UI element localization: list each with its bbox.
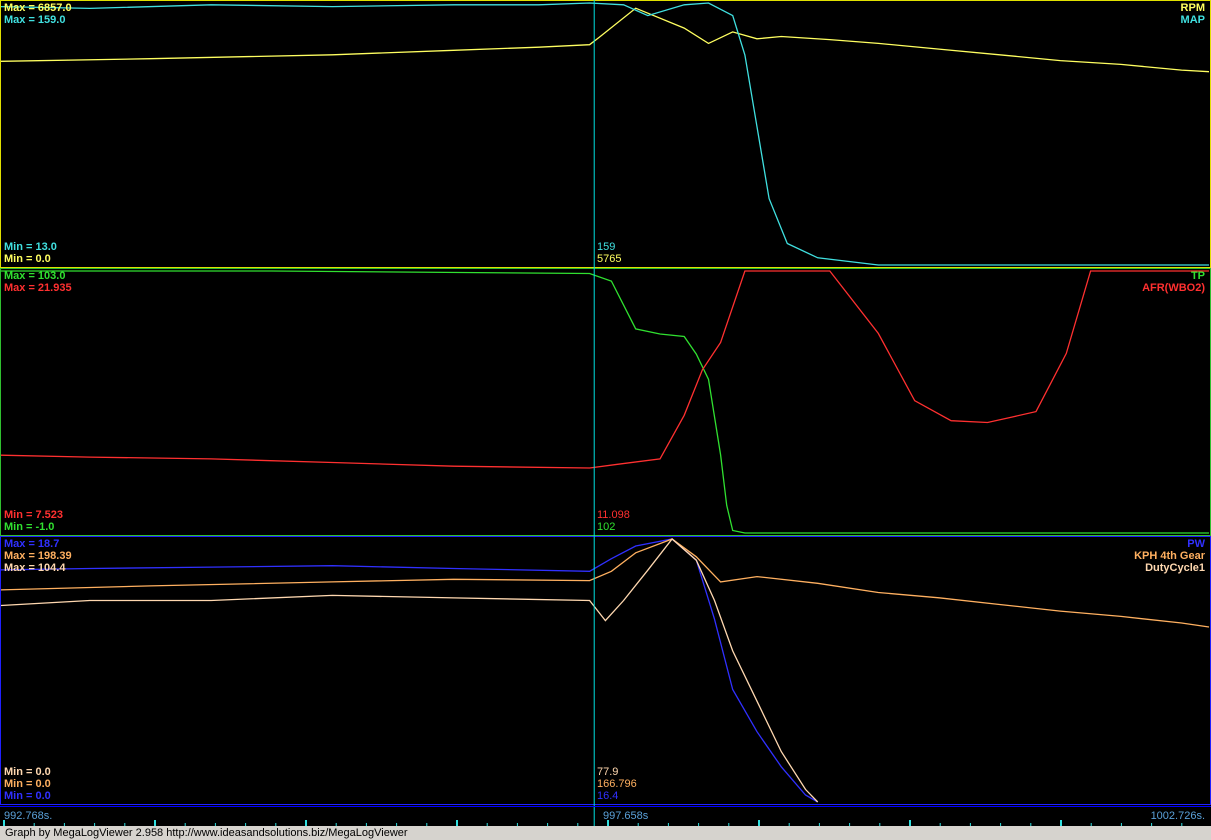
panel-3-max-label: Max = 18.7 [4, 538, 60, 550]
panel-1-min-label: Min = 0.0 [4, 253, 51, 265]
series-map-line [0, 2, 1209, 266]
panel-1-series-name: RPM [1180, 2, 1205, 14]
panel-3-border [0, 536, 1211, 805]
panel-3-min-label: Min = 0.0 [4, 766, 51, 778]
status-bar: Graph by MegaLogViewer 2.958 http://www.… [0, 826, 1211, 840]
x-axis-start-label: 992.768s. [4, 810, 53, 822]
panel-3-max-label: Max = 198.39 [4, 550, 72, 562]
series-kph-4th-gear-line [0, 538, 1210, 628]
panel-3-max-label: Max = 104.4 [4, 562, 66, 574]
panel-1-cursor-value: 5765 [597, 253, 622, 265]
panel-2-min-label: Min = -1.0 [4, 521, 55, 533]
panel-3-series-name: DutyCycle1 [1145, 562, 1205, 574]
panel-2-max-label: Max = 103.0 [4, 270, 66, 282]
panel-2-series-name: AFR(WBO2) [1142, 282, 1205, 294]
panel-1-border [0, 0, 1211, 268]
series-afr-wbo2--line [0, 270, 1209, 469]
panel-1-max-label: Max = 6857.0 [4, 2, 72, 14]
x-axis-cursor-label: 997.658s [603, 810, 649, 822]
series-tp-line [1, 270, 1209, 534]
x-axis-end-label: 1002.726s. [1150, 810, 1205, 822]
panel-3-min-label: Min = 0.0 [4, 778, 51, 790]
panel-3-series-name: PW [1187, 538, 1205, 550]
panel-1-series-name: MAP [1180, 14, 1205, 26]
panel-1-max-label: Max = 159.0 [4, 14, 66, 26]
panel-3-cursor-value: 77.9 [597, 766, 619, 778]
panel-2-series-name: TP [1190, 270, 1205, 282]
panel-2-max-label: Max = 21.935 [4, 282, 72, 294]
panel-2-cursor-value: 11.098 [597, 509, 630, 521]
panel-1-min-label: Min = 13.0 [4, 241, 57, 253]
plot-area[interactable] [0, 0, 1211, 840]
panel-2-border [0, 268, 1211, 536]
panel-1-cursor-value: 159 [597, 241, 616, 253]
panel-3-series-name: KPH 4th Gear [1134, 550, 1205, 562]
series-rpm-line [0, 7, 1210, 73]
panel-3-cursor-value: 16.4 [597, 790, 619, 802]
panel-3-min-label: Min = 0.0 [4, 790, 51, 802]
series-pw-line [0, 538, 819, 803]
panel-2-min-label: Min = 7.523 [4, 509, 64, 521]
panel-3-cursor-value: 166.796 [597, 778, 637, 790]
panel-2-cursor-value: 102 [597, 521, 616, 533]
series-dutycycle1-line [0, 538, 819, 803]
